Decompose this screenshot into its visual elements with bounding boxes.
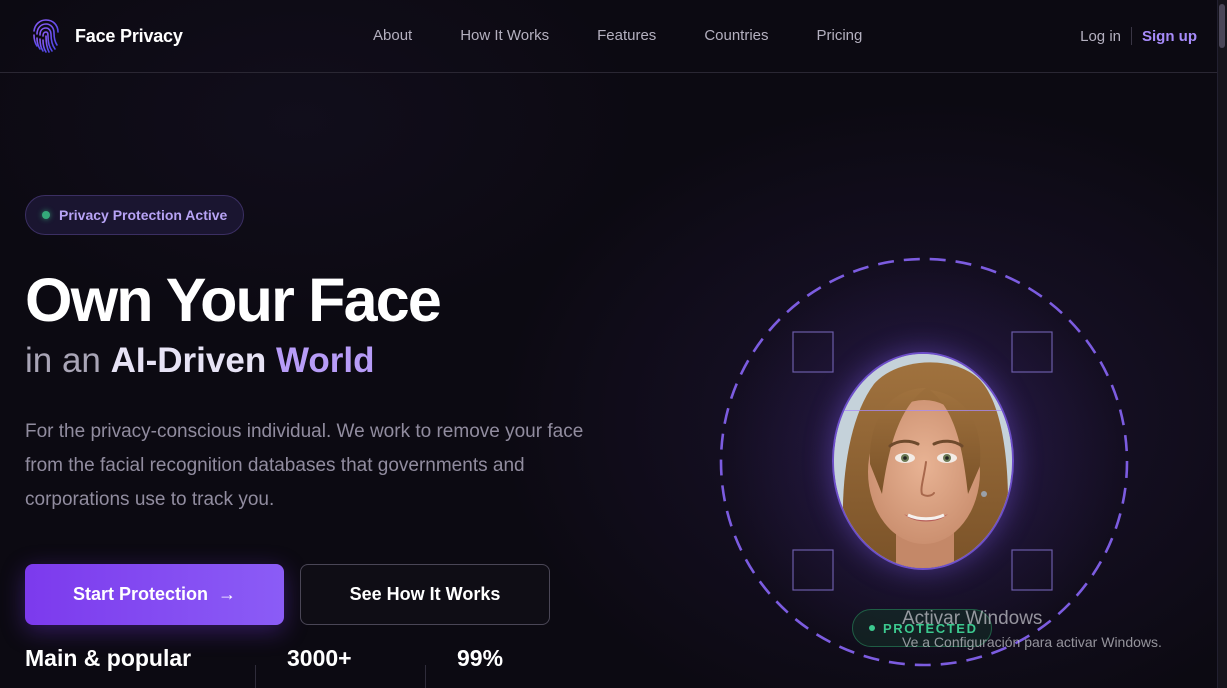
status-badge-label: Privacy Protection Active xyxy=(59,207,228,223)
protected-dot-icon xyxy=(869,625,875,631)
nav-link-pricing[interactable]: Pricing xyxy=(817,27,863,44)
hero-subtitle-strong: AI-Driven xyxy=(110,341,267,380)
stat-value: 3000+ xyxy=(287,645,352,671)
hero-subtitle-prefix: in an xyxy=(25,341,111,380)
brand-name: Face Privacy xyxy=(75,25,183,46)
arrow-right-icon: → xyxy=(218,584,237,604)
signup-link[interactable]: Sign up xyxy=(1142,28,1197,45)
stat-value: 99% xyxy=(457,645,504,671)
stats-row: Main & popular 3000+ 99% xyxy=(25,645,545,688)
stat-value: Main & popular xyxy=(25,645,192,671)
stat-item: Main & popular xyxy=(25,645,255,688)
stat-item: 99% xyxy=(425,645,545,688)
hero-description: For the privacy-conscious individual. We… xyxy=(25,421,584,510)
top-navigation: Face Privacy About How It Works Features… xyxy=(0,0,1217,73)
face-illustration xyxy=(834,354,1012,568)
hero-title: Own Your Face xyxy=(25,266,442,334)
page-scrollbar[interactable] xyxy=(1217,0,1227,688)
start-protection-button[interactable]: Start Protection → xyxy=(25,564,284,625)
nav-link-how-it-works[interactable]: How It Works xyxy=(460,27,549,44)
brand-logo-link[interactable]: Face Privacy xyxy=(30,18,183,54)
scan-line xyxy=(834,410,1012,411)
watermark-title: Activar Windows xyxy=(902,608,1043,629)
hero-subtitle: in an AI-Driven World xyxy=(25,338,374,384)
face-portrait xyxy=(832,352,1014,570)
stat-divider xyxy=(255,665,256,688)
nav-link-countries[interactable]: Countries xyxy=(704,27,768,44)
status-badge: Privacy Protection Active xyxy=(25,195,245,235)
page: Face Privacy About How It Works Features… xyxy=(0,0,1227,688)
scrollbar-thumb[interactable] xyxy=(1219,4,1225,48)
auth-links: Log in Sign up xyxy=(1080,27,1197,45)
stat-item: 3000+ xyxy=(255,645,425,688)
nav-link-about[interactable]: About xyxy=(373,27,412,44)
stat-divider xyxy=(425,665,426,688)
status-dot-icon xyxy=(42,211,50,219)
start-protection-label: Start Protection xyxy=(72,584,209,604)
hero-subtitle-accent: World xyxy=(275,341,375,380)
fingerprint-icon xyxy=(33,19,59,53)
auth-divider xyxy=(1131,27,1132,45)
see-how-it-works-button[interactable]: See How It Works xyxy=(300,564,550,625)
windows-activation-watermark: Activar Windows Ve a Configuración para … xyxy=(902,607,1162,652)
login-link[interactable]: Log in xyxy=(1080,28,1121,45)
watermark-subtitle: Ve a Configuración para activar Windows. xyxy=(902,634,1162,650)
nav-link-features[interactable]: Features xyxy=(597,27,656,44)
primary-nav: About How It Works Features Countries Pr… xyxy=(373,27,910,44)
